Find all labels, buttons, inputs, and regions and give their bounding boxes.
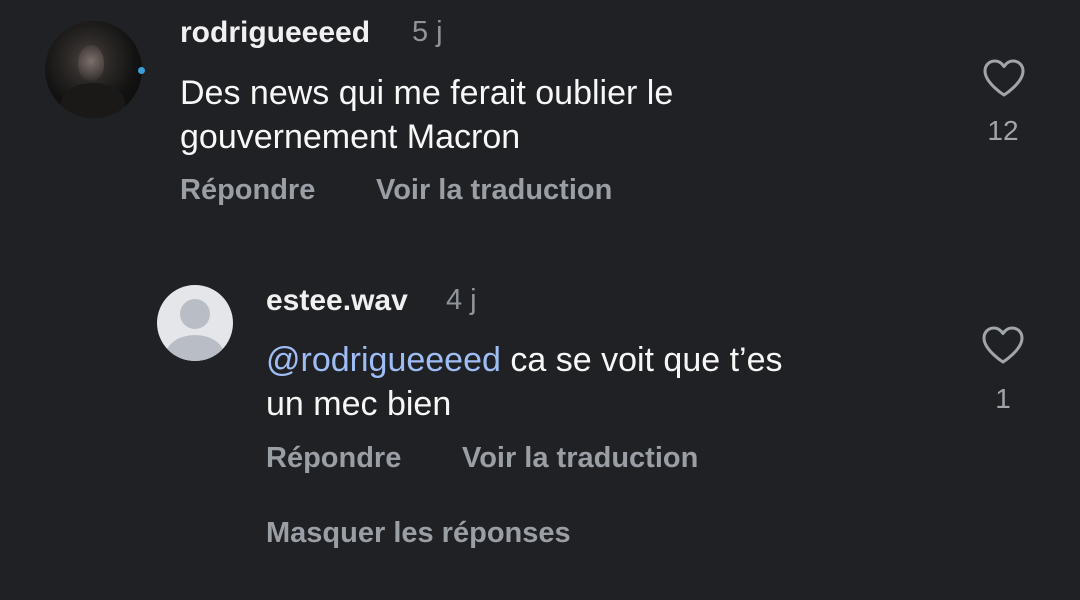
see-translation-button[interactable]: Voir la traduction [462, 442, 698, 475]
see-translation-button[interactable]: Voir la traduction [376, 174, 612, 207]
reply-button[interactable]: Répondre [266, 442, 401, 475]
avatar[interactable] [45, 21, 142, 118]
avatar-shoulders [61, 83, 125, 118]
avatar-body [166, 335, 224, 361]
heart-icon[interactable] [980, 324, 1026, 371]
reply-text-line-1: @rodrigueeeed ca se voit que t’es [266, 338, 783, 382]
story-indicator-dot [138, 67, 145, 74]
avatar-head [180, 299, 210, 329]
comment-timestamp: 5 j [412, 16, 443, 48]
reply-button[interactable]: Répondre [180, 174, 315, 207]
comment-username[interactable]: rodrigueeeed [180, 16, 370, 50]
hide-replies-button[interactable]: Masquer les réponses [266, 517, 571, 550]
avatar-face [78, 45, 104, 81]
comment-text-line-2: gouvernement Macron [180, 118, 521, 156]
heart-outline-icon [982, 326, 1024, 364]
reply-text-line-2: un mec bien [266, 385, 452, 423]
like-count: 12 [987, 115, 1019, 146]
heart-icon[interactable] [981, 57, 1027, 104]
like-count: 1 [995, 383, 1011, 414]
default-avatar[interactable] [157, 285, 233, 361]
reply-timestamp: 4 j [446, 284, 477, 316]
mention-link[interactable]: @rodrigueeeed [266, 341, 501, 379]
reply-text-rest: ca se voit que t’es [500, 341, 783, 379]
reply-username[interactable]: estee.wav [266, 284, 408, 318]
comment-text-line-1: Des news qui me ferait oublier le [180, 74, 674, 112]
heart-outline-icon [983, 59, 1025, 97]
